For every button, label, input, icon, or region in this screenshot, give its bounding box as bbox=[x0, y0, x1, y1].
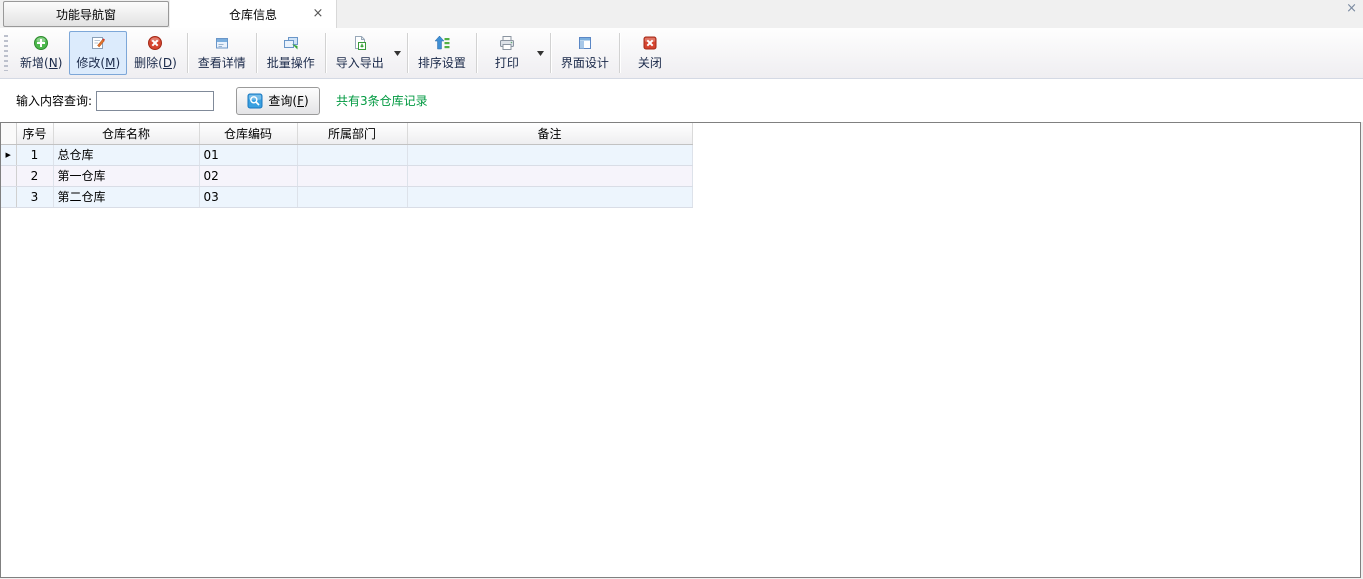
toolbar-button-label: 打印 bbox=[495, 54, 519, 71]
toolbar-button-batch-operations[interactable]: 批量操作 bbox=[260, 31, 322, 75]
toolbar-separator bbox=[407, 33, 408, 73]
warehouse-grid: 序号仓库名称仓库编码所属部门备注 ▶1总仓库012第一仓库023第二仓库03 bbox=[0, 122, 1361, 578]
toolbar-button-label: 批量操作 bbox=[267, 54, 315, 71]
warehouse-table: 序号仓库名称仓库编码所属部门备注 ▶1总仓库012第一仓库023第二仓库03 bbox=[1, 123, 693, 208]
print-icon bbox=[499, 35, 515, 51]
query-button[interactable]: 查询(F) bbox=[236, 87, 320, 115]
batch-operations-icon bbox=[283, 35, 299, 51]
table-cell[interactable] bbox=[297, 144, 407, 165]
table-cell[interactable] bbox=[407, 144, 692, 165]
row-indicator-header bbox=[1, 123, 16, 144]
query-button-label: 查询(F) bbox=[268, 92, 308, 109]
tab-warehouse-info-label: 仓库信息 bbox=[229, 6, 277, 23]
toolbar-button-import-export[interactable]: 导入导出 bbox=[329, 31, 391, 75]
toolbar-button-edit[interactable]: 修改(M) bbox=[69, 31, 127, 75]
ui-design-icon bbox=[577, 35, 593, 51]
column-header[interactable]: 所属部门 bbox=[297, 123, 407, 144]
table-row[interactable]: 3第二仓库03 bbox=[1, 186, 692, 207]
table-cell[interactable] bbox=[297, 165, 407, 186]
delete-icon bbox=[147, 35, 163, 51]
table-row[interactable]: 2第一仓库02 bbox=[1, 165, 692, 186]
sort-settings-icon bbox=[434, 35, 450, 51]
toolbar-button-label: 查看详情 bbox=[198, 54, 246, 71]
toolbar-button-ui-design[interactable]: 界面设计 bbox=[554, 31, 616, 75]
toolbar-button-add[interactable]: 新增(N) bbox=[13, 31, 69, 75]
toolbar-grip-handle[interactable] bbox=[4, 35, 8, 71]
row-indicator-cell bbox=[1, 165, 16, 186]
toolbar-separator bbox=[187, 33, 188, 73]
table-cell[interactable]: 1 bbox=[16, 144, 53, 165]
edit-icon bbox=[90, 35, 106, 51]
table-cell[interactable]: 01 bbox=[199, 144, 297, 165]
toolbar-buttons: 新增(N) 修改(M) 删除(D) 查看详情 批量操作 导入导出 排序设置 打印 界面设计 关闭 bbox=[13, 31, 677, 75]
table-cell[interactable]: 2 bbox=[16, 165, 53, 186]
toolbar-separator bbox=[256, 33, 257, 73]
table-cell[interactable]: 02 bbox=[199, 165, 297, 186]
toolbar-button-label: 导入导出 bbox=[336, 54, 384, 71]
toolbar-button-label: 修改(M) bbox=[76, 54, 120, 71]
tab-close-icon[interactable]: × bbox=[310, 6, 326, 22]
toolbar-button-view-details[interactable]: 查看详情 bbox=[191, 31, 253, 75]
toolbar-button-label: 新增(N) bbox=[20, 54, 62, 71]
search-bar: 输入内容查询: 查询(F) 共有3条仓库记录 bbox=[0, 79, 1363, 122]
toolbar-button-sort-settings[interactable]: 排序设置 bbox=[411, 31, 473, 75]
window-close-icon[interactable]: × bbox=[1346, 1, 1357, 16]
add-icon bbox=[33, 35, 49, 51]
import-export-icon bbox=[352, 35, 368, 51]
toolbar-button-delete[interactable]: 删除(D) bbox=[127, 31, 184, 75]
column-header[interactable]: 仓库编码 bbox=[199, 123, 297, 144]
table-cell[interactable]: 第二仓库 bbox=[53, 186, 199, 207]
column-header[interactable]: 仓库名称 bbox=[53, 123, 199, 144]
column-header[interactable]: 序号 bbox=[16, 123, 53, 144]
table-row[interactable]: ▶1总仓库01 bbox=[1, 144, 692, 165]
tab-function-navigation[interactable]: 功能导航窗 bbox=[3, 1, 169, 27]
tab-function-navigation-label: 功能导航窗 bbox=[56, 6, 116, 23]
selected-row-marker: ▶ bbox=[1, 144, 16, 165]
toolbar-button-label: 界面设计 bbox=[561, 54, 609, 71]
toolbar-separator bbox=[619, 33, 620, 73]
table-cell[interactable]: 第一仓库 bbox=[53, 165, 199, 186]
chevron-down-icon[interactable] bbox=[534, 31, 547, 75]
table-cell[interactable] bbox=[297, 186, 407, 207]
view-details-icon bbox=[214, 35, 230, 51]
toolbar-button-print[interactable]: 打印 bbox=[480, 31, 534, 75]
toolbar: 新增(N) 修改(M) 删除(D) 查看详情 批量操作 导入导出 排序设置 打印 界面设计 关闭 bbox=[0, 28, 1363, 79]
column-header[interactable]: 备注 bbox=[407, 123, 692, 144]
table-cell[interactable]: 3 bbox=[16, 186, 53, 207]
search-icon bbox=[247, 93, 263, 109]
tab-warehouse-info[interactable]: 仓库信息 × bbox=[170, 0, 337, 28]
chevron-down-icon[interactable] bbox=[391, 31, 404, 75]
toolbar-button-label: 排序设置 bbox=[418, 54, 466, 71]
search-label: 输入内容查询: bbox=[16, 92, 92, 109]
toolbar-button-label: 删除(D) bbox=[134, 54, 177, 71]
toolbar-button-label: 关闭 bbox=[638, 54, 662, 71]
table-cell[interactable] bbox=[407, 165, 692, 186]
toolbar-button-close-red[interactable]: 关闭 bbox=[623, 31, 677, 75]
toolbar-separator bbox=[550, 33, 551, 73]
table-cell[interactable]: 03 bbox=[199, 186, 297, 207]
toolbar-separator bbox=[325, 33, 326, 73]
row-indicator-cell bbox=[1, 186, 16, 207]
table-header-row: 序号仓库名称仓库编码所属部门备注 bbox=[1, 123, 692, 144]
tab-strip: 功能导航窗 仓库信息 × × bbox=[0, 0, 1363, 28]
toolbar-separator bbox=[476, 33, 477, 73]
table-cell[interactable] bbox=[407, 186, 692, 207]
table-cell[interactable]: 总仓库 bbox=[53, 144, 199, 165]
record-count-text: 共有3条仓库记录 bbox=[336, 92, 428, 109]
close-red-icon bbox=[642, 35, 658, 51]
search-input[interactable] bbox=[96, 91, 214, 111]
